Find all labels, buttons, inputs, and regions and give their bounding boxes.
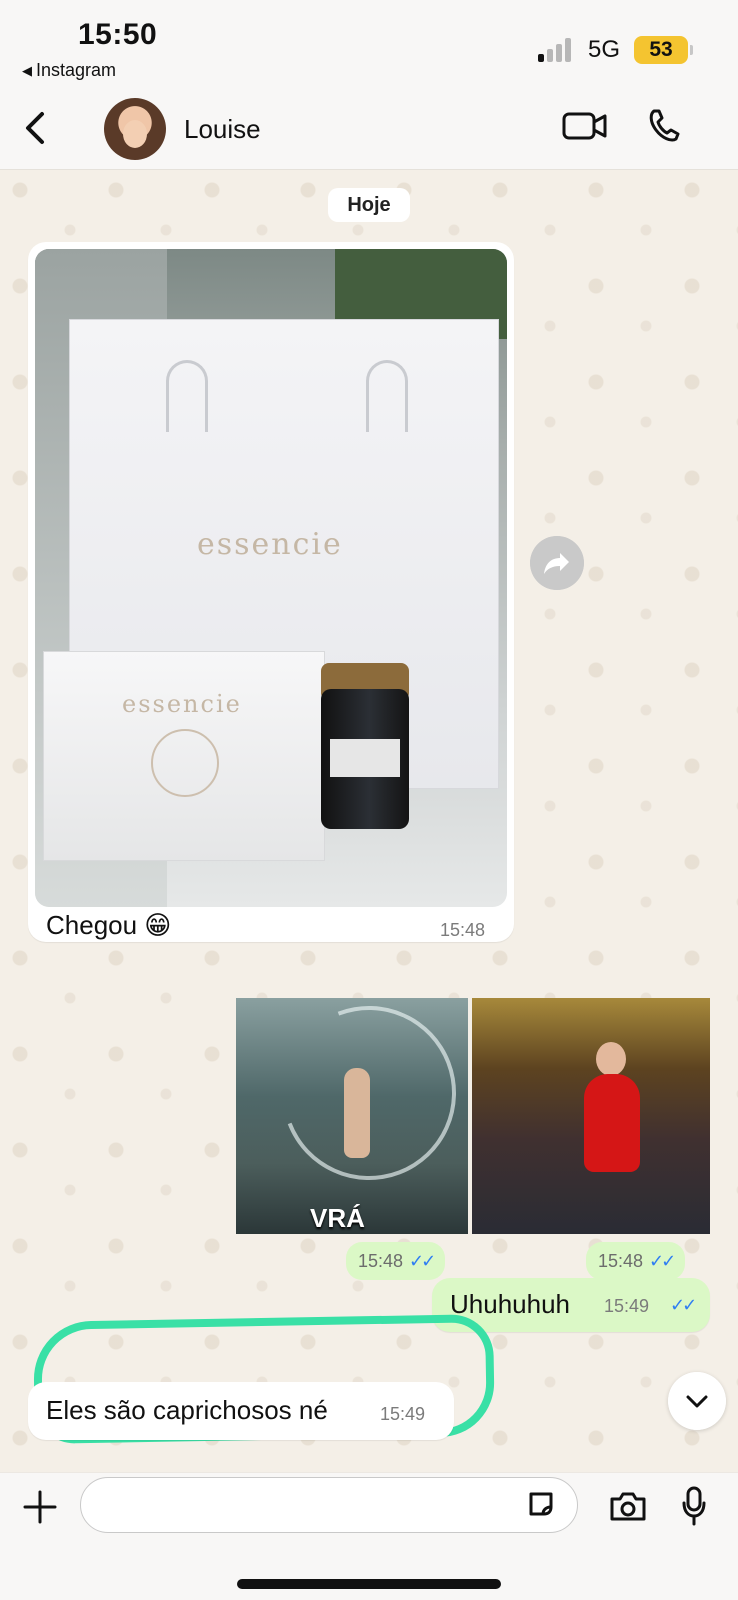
gif-message[interactable]: VRÁ — [236, 998, 468, 1234]
message-time: 15:48 — [440, 920, 486, 940]
message-input[interactable] — [80, 1477, 578, 1533]
message-time: 15:48 — [358, 1251, 404, 1271]
plus-icon[interactable] — [22, 1489, 58, 1525]
incoming-photo-message[interactable]: essencie essencie Chegou 😁 15:48 — [28, 242, 514, 942]
photo-caption: Chegou 😁 — [46, 910, 172, 940]
back-triangle-icon: ◀ — [22, 62, 32, 78]
gif-message[interactable] — [472, 998, 710, 1234]
jar-label-picture — [330, 739, 400, 777]
back-arrow-icon[interactable] — [20, 108, 50, 148]
message-text: Eles são caprichosos né — [46, 1395, 328, 1425]
gif-time-badge: 15:48 ✓✓ — [346, 1242, 446, 1280]
contact-name[interactable]: Louise — [184, 114, 261, 145]
signal-icon — [538, 38, 574, 62]
gif-caption: VRÁ — [310, 1203, 365, 1233]
date-separator: Hoje — [328, 188, 410, 222]
back-to-app-link[interactable]: ◀ Instagram — [22, 60, 116, 81]
message-time: 15:49 — [604, 1296, 650, 1316]
status-time: 15:50 — [78, 18, 158, 51]
incoming-text-message[interactable]: Eles são caprichosos né 15:49 — [28, 1382, 454, 1440]
read-receipt-icon: ✓✓ — [670, 1295, 697, 1315]
avatar[interactable] — [104, 98, 166, 160]
gif-time-badge: 15:48 ✓✓ — [586, 1242, 686, 1280]
forward-icon[interactable] — [530, 536, 584, 590]
video-call-icon[interactable] — [562, 106, 608, 146]
message-list[interactable]: Hoje essencie essencie Chegou 😁 15:48 VR… — [0, 170, 738, 1472]
status-bar: 15:50 ◀ Instagram 5G 53 — [0, 0, 738, 86]
bag-logo: essencie — [197, 527, 343, 562]
message-composer — [0, 1472, 738, 1600]
back-app-label: Instagram — [36, 60, 117, 80]
message-time: 15:48 — [598, 1251, 644, 1271]
home-indicator — [237, 1579, 501, 1589]
network-label: 5G — [588, 36, 621, 63]
shared-photo[interactable]: essencie essencie — [35, 249, 507, 907]
phone-call-icon[interactable] — [646, 106, 682, 146]
box-seal-picture — [151, 729, 219, 797]
camera-icon[interactable] — [608, 1489, 648, 1523]
read-receipt-icon: ✓✓ — [409, 1251, 436, 1271]
chat-header: Louise — [0, 86, 738, 170]
battery-icon: 53 — [634, 36, 693, 64]
sticker-icon[interactable] — [526, 1489, 556, 1519]
message-time: 15:49 — [380, 1404, 426, 1424]
message-text: Uhuhuhuh — [450, 1289, 570, 1319]
microphone-icon[interactable] — [680, 1485, 708, 1527]
read-receipt-icon: ✓✓ — [649, 1251, 676, 1271]
scroll-down-icon[interactable] — [668, 1372, 726, 1430]
